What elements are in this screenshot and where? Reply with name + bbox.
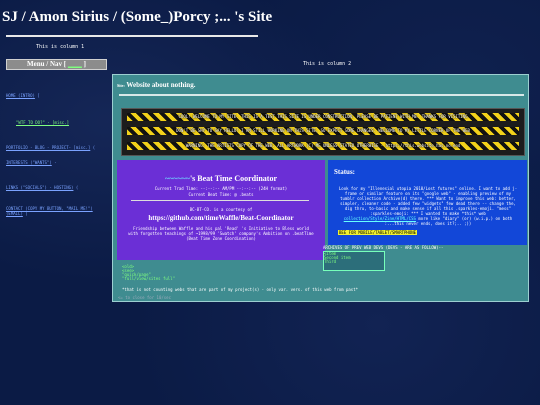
menu-close-bracket: ] [83,60,86,68]
sidebar-item-contact[interactable]: CONTACT (COPY MY BUTTON, "MAIL ME!") (EM… [6,206,101,216]
panel-heading: Site: Website about nothing. [117,81,195,89]
notice-banner-3: WARNING: THE ARTISTS COPY OF THE WEB. AL… [127,142,519,150]
sidebar-item-what-to-do[interactable]: "WTF TO DO?" - [misc.] [16,120,69,125]
beat-time-title-text: 's Beat Time Coordinator [189,174,277,183]
title-divider [6,35,258,37]
sidebar-item-suffix: ( [75,185,79,190]
sidebar-link-links[interactable]: LINKS ("SOCIALS") - HOSTING) [6,185,73,190]
status-title: Status: [334,168,356,176]
menu-label: Menu / Nav [ [27,60,67,68]
sidebar-item-suffix: [ [37,93,40,98]
beat-time-widget: ~~~~~~'s Beat Time Coordinator Current T… [117,160,325,260]
notice-banner-2: DON'T BE SHY TO SAY HELLO! I AM STILL WO… [127,127,519,135]
mobile-notice-badge: BEE FOR MOBILE/TABLET/SMARTPHONE [338,230,418,235]
status-body: Look for my "Illenesial utopia 2010/Lost… [338,186,518,226]
sidebar-item-suffix: [ [25,211,28,216]
beat-time-title: ~~~~~~'s Beat Time Coordinator [117,174,325,183]
recent-link[interactable]: "full/view/sites full" [122,277,175,281]
sidebar-item-links[interactable]: LINKS ("SOCIALS") - HOSTING) ( [6,185,78,190]
courtesy-text: BC-BT-CO. is a courtesy of [189,207,253,212]
column-2-label: This is column 2 [303,61,352,67]
beat-time-readout: Current Beat Time: @ .beats [188,192,254,197]
archive-label: ARCHIVES OF PREV WEB DEVS (DEVS - ARE AS… [323,245,444,250]
sidebar-item-portfolio[interactable]: PORTFOLIO - BLOG - PROJECT- [misc.] ( [6,145,95,150]
notice-banner-box: COOL! WELCOME TO MY SITE. THIS IS A TEST… [121,108,525,156]
beat-time-divider [131,200,309,201]
recent-links-list: <old> <see> "quick/page" "full/view/site… [122,265,175,281]
sidebar-item-suffix: - [54,160,57,165]
status-box: Status: Look for my "Illenesial utopia 2… [328,160,527,245]
footnote: *that is not counting webs that are part… [122,287,359,292]
trad-time-readout: Current Trad Time: --:--:-- AM/PM --:--:… [154,186,288,191]
panel-divider [119,94,524,96]
status-body-text: Look for my "Illenesial utopia 2010/Lost… [338,186,518,216]
main-content-panel: Site: Website about nothing. COOL! WELCO… [112,74,529,302]
beat-coordinator-link[interactable]: https://github.com/timeWaffle/Beat-Coord… [117,214,325,222]
credit-line-3: (Beat Time Zone Coordination) [186,236,256,241]
sidebar-link-contact[interactable]: CONTACT (COPY MY BUTTON, "MAIL ME!") (EM… [6,206,93,216]
menu-nav-button[interactable]: Menu / Nav [ ____ ] [6,59,107,70]
archive-item[interactable]: Third [324,260,384,264]
menu-toggle[interactable]: ____ [68,60,82,68]
panel-heading-prefix: Site: [117,83,125,88]
sidebar-link-home[interactable]: HOME (INTRO) [6,93,35,98]
notice-banner-1: COOL! WELCOME TO MY SITE. THIS IS A TEST… [127,113,519,121]
panel-heading-text: Website about nothing. [126,81,196,89]
archive-list: <Item Second item Third [323,251,385,271]
sidebar-item-home[interactable]: HOME (INTRO) [ [6,93,40,98]
sidebar-link-what-to-do[interactable]: "WTF TO DO?" - [misc.] [16,120,69,125]
site-title: SJ / Amon Sirius / (Some_)Porcy ;... 's … [2,9,273,25]
beat-time-wave: ~~~~~~ [164,174,190,183]
sidebar-link-portfolio[interactable]: PORTFOLIO - BLOG - PROJECT- [misc.] [6,145,90,150]
sidebar-item-interests[interactable]: INTERESTS ("WANTS") - [6,160,57,165]
column-1-label: This is column 1 [36,44,85,50]
close-hint: <= to close for 10/sec [118,295,171,300]
sidebar-link-interests[interactable]: INTERESTS ("WANTS") [6,160,52,165]
sidebar-item-suffix: ( [92,145,96,150]
